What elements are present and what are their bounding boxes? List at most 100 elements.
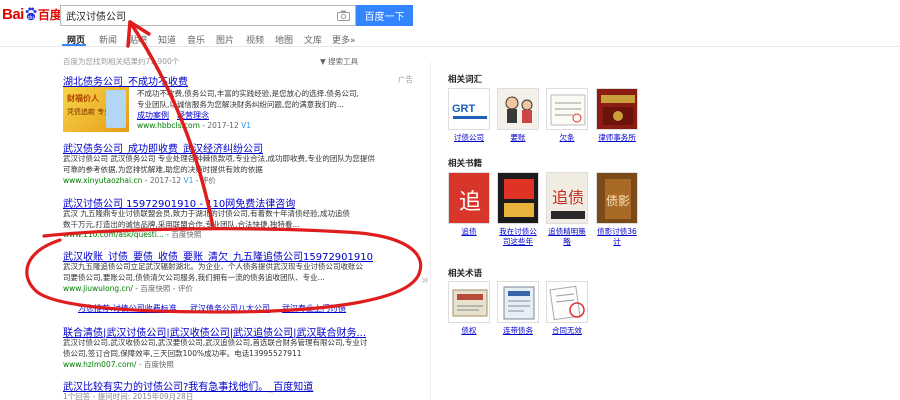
- book-card-1-label: 追债: [461, 227, 477, 236]
- book-card-2[interactable]: 我在讨债公司这些年: [497, 172, 539, 247]
- baidu-logo[interactable]: Bai du 百度: [2, 5, 62, 23]
- tab-music[interactable]: 音乐: [187, 33, 205, 46]
- book-card-4-label: 债影讨债36计: [597, 227, 637, 246]
- collect-debt-cartoon-icon: [497, 88, 539, 130]
- related-card-lawfirm[interactable]: 律师事务所: [596, 88, 638, 143]
- ad-thumbnail-text-2: 凭债追款 专业: [67, 108, 112, 116]
- related-terms-2-heading: 相关术语: [448, 269, 483, 279]
- tab-map[interactable]: 地图: [275, 33, 293, 46]
- related-card-agency[interactable]: GRT 讨债公司: [448, 88, 490, 143]
- logo-text-right: 百度: [37, 7, 62, 22]
- book-card-2-label: 我在讨债公司这些年: [499, 227, 537, 246]
- svg-text:追债: 追债: [552, 188, 584, 207]
- search-button[interactable]: 百度一下: [356, 5, 413, 26]
- result-5-url[interactable]: www.hzlm007.com/: [63, 360, 136, 369]
- book-cover-icon: 追: [448, 172, 490, 224]
- related-card-collect-label: 要账: [510, 133, 526, 142]
- search-input[interactable]: [66, 8, 326, 23]
- result-3-snapshot[interactable]: 百度快照: [171, 230, 201, 239]
- result-2-url-row: www.xinyutaozhai.cn - 2017-12 V1 - 评价: [63, 176, 216, 185]
- tab-zhidao[interactable]: 知道: [158, 33, 176, 46]
- result-2-eval-link[interactable]: 评价: [201, 176, 216, 185]
- search-tools-label: 搜索工具: [328, 57, 359, 66]
- term-card-2[interactable]: 连带债务: [497, 281, 539, 336]
- result-2-desc-line-2: 可靠的参考依据,为您排忧解难,助您的决策时提供有效的依据: [63, 165, 263, 174]
- result-1-url[interactable]: www.hbbcls.com: [137, 121, 200, 130]
- result-2-desc: 武汉讨债公司 武汉债务公司 专业处理各种棘债款项,专业合法,成功即收费,专业的团…: [63, 153, 413, 175]
- result-4-desc-line-1: 武汉九五隆追债公司立足武汉辐射湖北。为企业、个人债务提供武汉现专业讨债公司收账公: [63, 262, 363, 271]
- ad-thumbnail-text-1: 财福价人: [67, 94, 99, 103]
- term-card-2-label: 连带债务: [503, 326, 533, 335]
- book-cover-icon: 债影: [596, 172, 638, 224]
- expand-chevron-icon[interactable]: »: [421, 273, 429, 288]
- result-1-title[interactable]: 湖北债务公司_不成功不收费: [63, 73, 188, 88]
- book-cover-icon: [497, 172, 539, 224]
- result-5-desc-line-1: 武汉讨债公司,武汉收债公司,武汉要债公司,武汉追债公司,首选联合财务管理有限公司…: [63, 338, 368, 347]
- term-card-3[interactable]: 合同无效: [546, 281, 588, 336]
- svg-text:du: du: [28, 15, 34, 21]
- tab-tieba[interactable]: 贴吧: [129, 33, 147, 46]
- law-firm-sign-icon: [596, 88, 638, 130]
- ad-thumbnail[interactable]: 财福价人 凭债追款 专业: [63, 87, 129, 132]
- result-4-url-row: www.jiuwulong.cn/ - 百度快照 - 评价: [63, 284, 193, 293]
- term-card-3-label: 合同无效: [552, 326, 582, 335]
- header-bar: Bai du 百度 百度一下: [0, 0, 900, 28]
- book-card-3-label: 追债精明策略: [548, 227, 586, 246]
- ad-badge: 广告: [398, 75, 413, 84]
- verified-v-badge[interactable]: V1: [241, 121, 251, 130]
- contract-document-icon: [497, 281, 539, 323]
- book-card-3[interactable]: 追债 追债精明策略: [546, 172, 588, 247]
- contract-stamp-icon: [546, 281, 588, 323]
- result-2-desc-line-1: 武汉讨债公司 武汉债务公司 专业处理各种棘债款项,专业合法,成功即收费,专业的团…: [63, 154, 375, 163]
- result-5-desc-line-2: 债公司,签订合同,保障效率,三天回款100%成功率。电话13995527911: [63, 349, 302, 358]
- result-4-desc: 武汉九五隆追债公司立足武汉辐射湖北。为企业、个人债务提供武汉现专业讨债公司收账公…: [63, 261, 413, 283]
- result-4-desc-line-2: 司要债公司,要账公司,债债清欠公司服务,我们拥有一流的债务追收团队、专业...: [63, 273, 325, 282]
- related-card-collect[interactable]: 要账: [497, 88, 539, 143]
- book-card-4[interactable]: 债影 债影讨债36计: [596, 172, 638, 247]
- bond-certificate-icon: [448, 281, 490, 323]
- recommend-link-3[interactable]: 武汉专业上门讨债: [282, 303, 346, 314]
- tab-images[interactable]: 图片: [216, 33, 234, 46]
- search-tabs: 网页 新闻 贴吧 知道 音乐 图片 视频 地图 文库 更多»: [0, 30, 900, 47]
- result-5-url-row: www.hzlm007.com/ - 百度快照: [63, 360, 174, 369]
- active-tab-indicator: [62, 44, 86, 46]
- tab-news[interactable]: 新闻: [99, 33, 117, 46]
- book-card-1[interactable]: 追 追债: [448, 172, 490, 237]
- search-results-page: Bai du 百度 百度一下 网: [0, 0, 900, 400]
- related-card-iou[interactable]: 欠条: [546, 88, 588, 143]
- svg-text:追: 追: [459, 190, 481, 215]
- logo-text-left: Bai: [2, 5, 24, 23]
- term-card-1[interactable]: 债权: [448, 281, 490, 336]
- related-card-iou-label: 欠条: [559, 133, 575, 142]
- result-4-snapshot[interactable]: 百度快照: [140, 284, 170, 293]
- result-3-desc: 武汉 九五隆鼎专业讨债联盟会员,致力于湖北的讨债公司,有着数十年清债经验,成功追…: [63, 208, 413, 230]
- result-2-url[interactable]: www.xinyutaozhai.cn: [63, 176, 142, 185]
- result-5-snapshot[interactable]: 百度快照: [144, 360, 174, 369]
- result-4-url[interactable]: www.jiuwulong.cn/: [63, 284, 133, 293]
- result-3-url[interactable]: www.110.com/ask/questi...: [63, 230, 164, 239]
- result-1-desc: 不成功不收费,债务公司,丰富的实践经验,是您放心的选择.债务公司, 专业团队,以…: [137, 88, 412, 110]
- ad-link-philosophy[interactable]: 经营理念: [177, 110, 209, 121]
- term-card-1-label: 债权: [461, 326, 477, 335]
- column-divider: [430, 62, 431, 400]
- recommend-link-2[interactable]: 武汉债务公司八大公司: [190, 303, 270, 314]
- result-2-date: 2017-12: [149, 176, 182, 185]
- paw-icon: du: [25, 7, 37, 21]
- result-1-desc-line-2: 专业团队,以诚信服务为您解决财务纠纷问题,您的满意我们的...: [137, 100, 344, 109]
- ad-thumbnail-figure: [106, 90, 126, 128]
- camera-icon[interactable]: [337, 10, 350, 21]
- search-tools-button[interactable]: ▼ 搜索工具: [320, 56, 358, 67]
- ad-link-cases[interactable]: 成功案例: [137, 110, 169, 121]
- recommend-link-1[interactable]: 为您推荐:讨债公司收费标准: [78, 303, 177, 314]
- result-count: 百度为您找到相关结果约71,900个: [63, 57, 180, 66]
- svg-text:GRT: GRT: [452, 103, 476, 115]
- iou-note-icon: [546, 88, 588, 130]
- collection-agency-logo-icon: GRT: [448, 88, 490, 130]
- tab-more[interactable]: 更多»: [332, 33, 356, 46]
- book-cover-icon: 追债: [546, 172, 588, 224]
- filter-icon: ▼: [320, 57, 326, 66]
- tab-wenku[interactable]: 文库: [304, 33, 322, 46]
- verified-v-badge-2[interactable]: V1: [184, 176, 194, 185]
- result-4-eval-link[interactable]: 评价: [178, 284, 193, 293]
- tab-video[interactable]: 视频: [246, 33, 264, 46]
